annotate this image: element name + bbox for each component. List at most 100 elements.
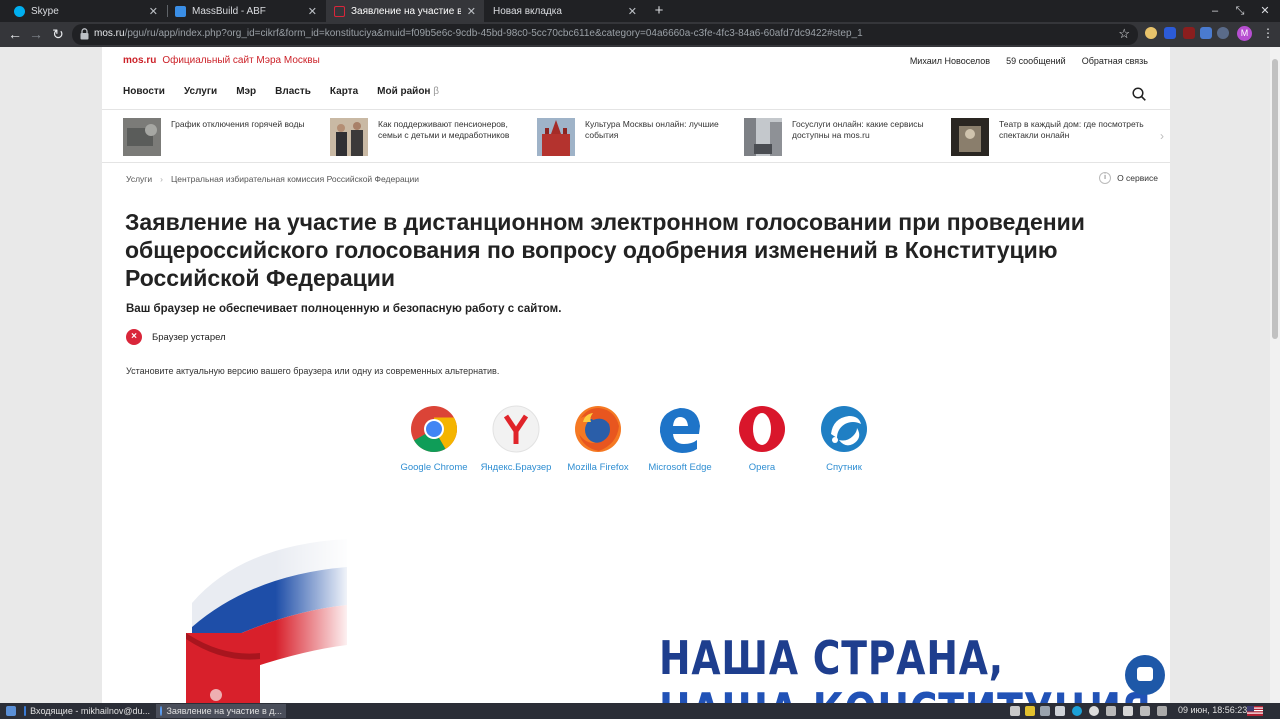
close-icon[interactable]: ✕ — [628, 5, 637, 18]
browser-toolbar: ← → ↻ mos.ru/pgu/ru/app/index.php?org_id… — [0, 22, 1280, 47]
yandex-browser-icon — [492, 405, 540, 453]
extension-icon[interactable] — [1164, 27, 1176, 39]
forward-icon[interactable]: → — [27, 25, 45, 43]
profile-avatar[interactable]: M — [1237, 26, 1252, 41]
edge-icon — [659, 408, 700, 453]
russian-flag-ribbon — [182, 535, 352, 703]
news-thumbnail — [123, 118, 161, 156]
tray-clock-icon[interactable] — [1089, 706, 1099, 716]
scrollbar-thumb[interactable] — [1272, 59, 1278, 339]
extension-icon[interactable] — [1217, 27, 1229, 39]
sputnik-icon — [821, 406, 867, 452]
taskbar-clock[interactable]: 09 июн, 18:56:23 — [1178, 705, 1247, 715]
new-tab-button[interactable]: + — [650, 2, 668, 20]
network-icon[interactable] — [1106, 706, 1116, 716]
tray-icon[interactable] — [1010, 706, 1020, 716]
banner-headline: НАША СТРАНА, — [659, 631, 1004, 685]
address-bar[interactable]: mos.ru/pgu/ru/app/index.php?org_id=cikrf… — [72, 24, 1138, 45]
close-icon[interactable]: ✕ — [308, 5, 317, 18]
power-icon[interactable] — [1123, 706, 1133, 716]
chat-button[interactable] — [1125, 655, 1165, 695]
taskbar-menu-icon[interactable] — [2, 704, 20, 718]
browser-list: Google Chrome Яндекс.Браузер Mozilla Fir… — [394, 404, 884, 484]
browser-link-edge[interactable]: Microsoft Edge — [640, 404, 720, 473]
os-taskbar: Входящие - mikhailnov@du... Заявление на… — [0, 703, 1280, 719]
news-strip: График отключения горячей воды Как подде… — [123, 118, 1163, 156]
news-item[interactable]: Театр в каждый дом: где посмотреть спект… — [951, 118, 1151, 156]
browser-warning: Ваш браузер не обеспечивает полноценную … — [126, 303, 562, 315]
tab-massbuild[interactable]: MassBuild - ABF ✕ — [167, 0, 325, 22]
browser-status: × Браузер устарел — [126, 329, 226, 345]
page-viewport: mos.ru Официальный сайт Мэра Москвы Михаи… — [0, 47, 1270, 703]
browser-link-firefox[interactable]: Mozilla Firefox — [558, 404, 638, 473]
close-icon[interactable]: ✕ — [467, 5, 476, 18]
restore-icon[interactable]: ⤡ — [1231, 2, 1249, 20]
tab-zayavlenie[interactable]: Заявление на участие в дист ✕ — [326, 0, 484, 22]
tab-new[interactable]: Новая вкладка ✕ — [485, 0, 645, 22]
news-item[interactable]: Госуслуги онлайн: какие сервисы доступны… — [744, 118, 944, 156]
feedback-link[interactable]: Обратная связь — [1082, 56, 1148, 66]
nav-news[interactable]: Новости — [123, 86, 165, 97]
tray-icon[interactable] — [1025, 706, 1035, 716]
chevron-right-icon: › — [160, 174, 163, 184]
volume-icon[interactable] — [1140, 706, 1150, 716]
close-icon[interactable]: ✕ — [149, 5, 158, 18]
skype-icon — [14, 5, 25, 17]
nav-government[interactable]: Власть — [275, 86, 311, 97]
chat-bubble-icon — [1137, 667, 1153, 681]
user-name-link[interactable]: Михаил Новоселов — [910, 56, 990, 66]
tab-skype[interactable]: Skype ✕ — [6, 0, 166, 22]
url-text: mos.ru/pgu/ru/app/index.php?org_id=cikrf… — [94, 28, 863, 39]
nav-map[interactable]: Карта — [330, 86, 358, 97]
tray-icon[interactable] — [1072, 706, 1082, 716]
mail-icon — [24, 706, 27, 716]
nav-services[interactable]: Услуги — [184, 86, 217, 97]
keyboard-layout-flag-icon[interactable] — [1247, 706, 1263, 716]
messages-link[interactable]: 59 сообщений — [1006, 56, 1066, 66]
extension-icon[interactable] — [1200, 27, 1212, 39]
update-hint: Установите актуальную версию вашего брау… — [126, 366, 500, 376]
search-icon[interactable] — [1132, 87, 1146, 101]
news-thumbnail — [330, 118, 368, 156]
tray-icon[interactable] — [1157, 706, 1167, 716]
lock-icon — [80, 28, 89, 40]
menu-dots-icon[interactable]: ⋮ — [1262, 26, 1274, 41]
error-icon: × — [126, 329, 142, 345]
nav-mayor[interactable]: Мэр — [236, 86, 256, 97]
taskbar-task-mail[interactable]: Входящие - mikhailnov@du... — [20, 704, 154, 718]
back-icon[interactable]: ← — [6, 25, 24, 43]
site-brand[interactable]: mos.ru Официальный сайт Мэра Москвы — [123, 55, 320, 66]
browser-link-yandex[interactable]: Яндекс.Браузер — [476, 404, 556, 473]
page-title: Заявление на участие в дистанционном эле… — [125, 209, 1085, 291]
bookmark-star-icon[interactable]: ☆ — [1118, 26, 1130, 42]
page-scrollbar[interactable] — [1270, 47, 1280, 703]
extension-icon[interactable] — [1145, 27, 1157, 39]
news-thumbnail — [744, 118, 782, 156]
main-nav: Новости Услуги Мэр Власть Карта Мой райо… — [123, 86, 439, 97]
breadcrumb-services[interactable]: Услуги — [126, 174, 152, 184]
firefox-icon — [575, 406, 621, 452]
minimize-icon[interactable]: ‒ — [1206, 2, 1224, 20]
window-close-icon[interactable]: ✕ — [1256, 2, 1274, 20]
extension-icon[interactable] — [1183, 27, 1195, 39]
news-thumbnail — [951, 118, 989, 156]
nav-my-district[interactable]: Мой район β — [377, 86, 439, 97]
breadcrumb-cik[interactable]: Центральная избирательная комиссия Росси… — [171, 174, 419, 184]
browser-link-chrome[interactable]: Google Chrome — [394, 404, 474, 473]
about-service-link[interactable]: i О сервисе — [1099, 172, 1158, 184]
mos-favicon-icon — [334, 5, 345, 17]
chrome-icon — [411, 406, 457, 452]
news-next-arrow[interactable]: › — [1160, 129, 1164, 143]
news-item[interactable]: Культура Москвы онлайн: лучшие события — [537, 118, 737, 156]
tray-icon[interactable] — [1055, 706, 1065, 716]
news-item[interactable]: Как поддерживают пенсионеров, семьи с де… — [330, 118, 530, 156]
taskbar-task-browser[interactable]: Заявление на участие в д... — [156, 704, 286, 718]
browser-link-sputnik[interactable]: Спутник — [804, 404, 884, 473]
news-item[interactable]: График отключения горячей воды — [123, 118, 323, 156]
breadcrumb: Услуги › Центральная избирательная комис… — [126, 174, 419, 184]
user-links: Михаил Новоселов 59 сообщений Обратная с… — [910, 56, 1148, 66]
tray-icon[interactable] — [1040, 706, 1050, 716]
reload-icon[interactable]: ↻ — [49, 25, 67, 43]
cube-icon — [175, 5, 186, 17]
browser-link-opera[interactable]: Opera — [722, 404, 802, 473]
